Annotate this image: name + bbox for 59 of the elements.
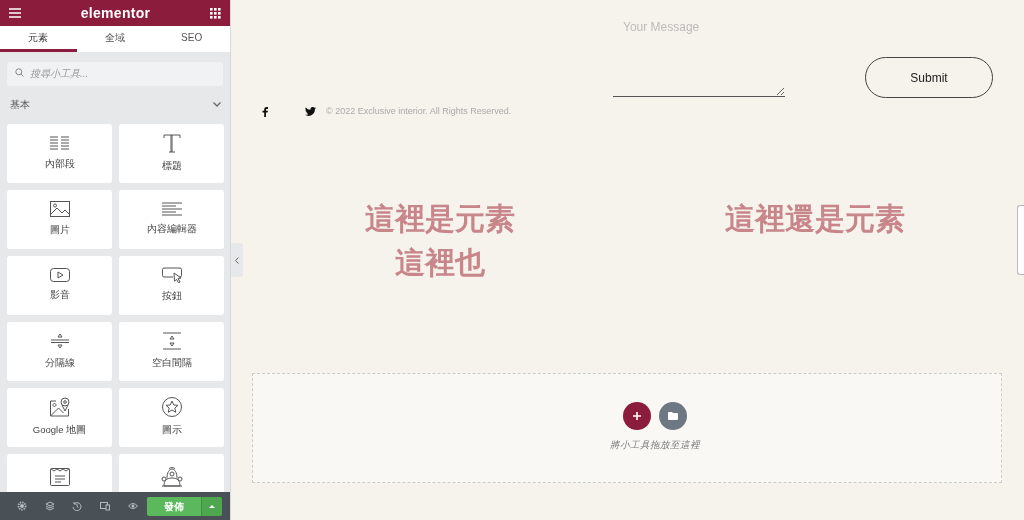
spacer-icon	[161, 332, 182, 351]
twitter-icon[interactable]	[305, 107, 316, 117]
chevron-icon[interactable]	[213, 101, 221, 107]
widget-card[interactable]: 內部段	[7, 124, 112, 183]
widget-label: 空白間隔	[151, 356, 192, 371]
widget-label: 標題	[161, 158, 182, 173]
caret-icon	[208, 504, 215, 508]
copyright-text: © 2022 Exclusive interior. All Rights Reserved.	[326, 105, 512, 118]
widget-card[interactable]: 內容編輯器	[119, 190, 224, 249]
form-icon	[49, 466, 70, 486]
responsive-icon[interactable]	[100, 501, 111, 511]
section-title: 基本	[10, 97, 30, 112]
widget-card[interactable]: 分隔線	[7, 322, 112, 381]
widget-label: 分隔線	[44, 356, 75, 371]
widget-card[interactable]: 圖示	[119, 388, 224, 447]
widget-card[interactable]: 按鈕	[119, 256, 224, 315]
play-icon	[49, 268, 70, 283]
history-icon[interactable]	[72, 501, 83, 511]
folder-icon	[667, 412, 678, 421]
cursor-icon	[161, 267, 182, 284]
widget-label: 內部段	[44, 157, 75, 172]
heading-text: 這裡還是元素	[725, 200, 906, 237]
widget-label: 影音	[49, 288, 70, 303]
search-icon	[15, 68, 24, 77]
widget-label: Google 地圖	[32, 423, 87, 438]
menu-icon[interactable]	[9, 8, 21, 18]
widget-label: 圖示	[161, 423, 182, 438]
grid-icon[interactable]	[210, 7, 221, 19]
widget-label: 圖片	[49, 223, 70, 238]
map-pin-icon	[49, 397, 70, 418]
layers-icon[interactable]	[44, 501, 55, 511]
publish-options-button[interactable]	[200, 496, 222, 516]
widget-card[interactable]: 影音	[7, 256, 112, 315]
logo-text: elementor	[80, 3, 151, 23]
heading-text: 這裡也	[394, 244, 485, 281]
widget-card[interactable]: Google 地圖	[7, 388, 112, 447]
character-icon	[159, 466, 184, 488]
heading-text: 這裡是元素	[364, 200, 515, 237]
eye-icon[interactable]	[128, 501, 139, 511]
plus-icon	[632, 412, 641, 421]
template-button[interactable]	[658, 402, 687, 431]
letter-t-icon	[162, 133, 181, 153]
chevron-left-icon	[235, 256, 239, 264]
widget-label: 按鈕	[161, 289, 182, 304]
widget-card[interactable]: 圖片	[7, 190, 112, 249]
message-field[interactable]: Your Message	[613, 6, 785, 97]
image-icon	[49, 201, 70, 218]
side-handle[interactable]	[1017, 205, 1024, 275]
gear-icon[interactable]	[16, 501, 27, 511]
text-lines-icon	[160, 202, 183, 217]
divider-icon	[49, 332, 70, 351]
facebook-icon[interactable]	[262, 106, 268, 117]
widget-card[interactable]: 標題	[119, 124, 224, 183]
widget-label: 內容編輯器	[146, 222, 197, 237]
search-field[interactable]: 搜尋小工具...	[7, 61, 223, 86]
columns-icon	[49, 135, 70, 152]
widget-card[interactable]: 空白間隔	[119, 322, 224, 381]
add-section-button[interactable]	[622, 402, 651, 431]
drop-hint: 將小工具拖放至這裡	[608, 438, 700, 453]
